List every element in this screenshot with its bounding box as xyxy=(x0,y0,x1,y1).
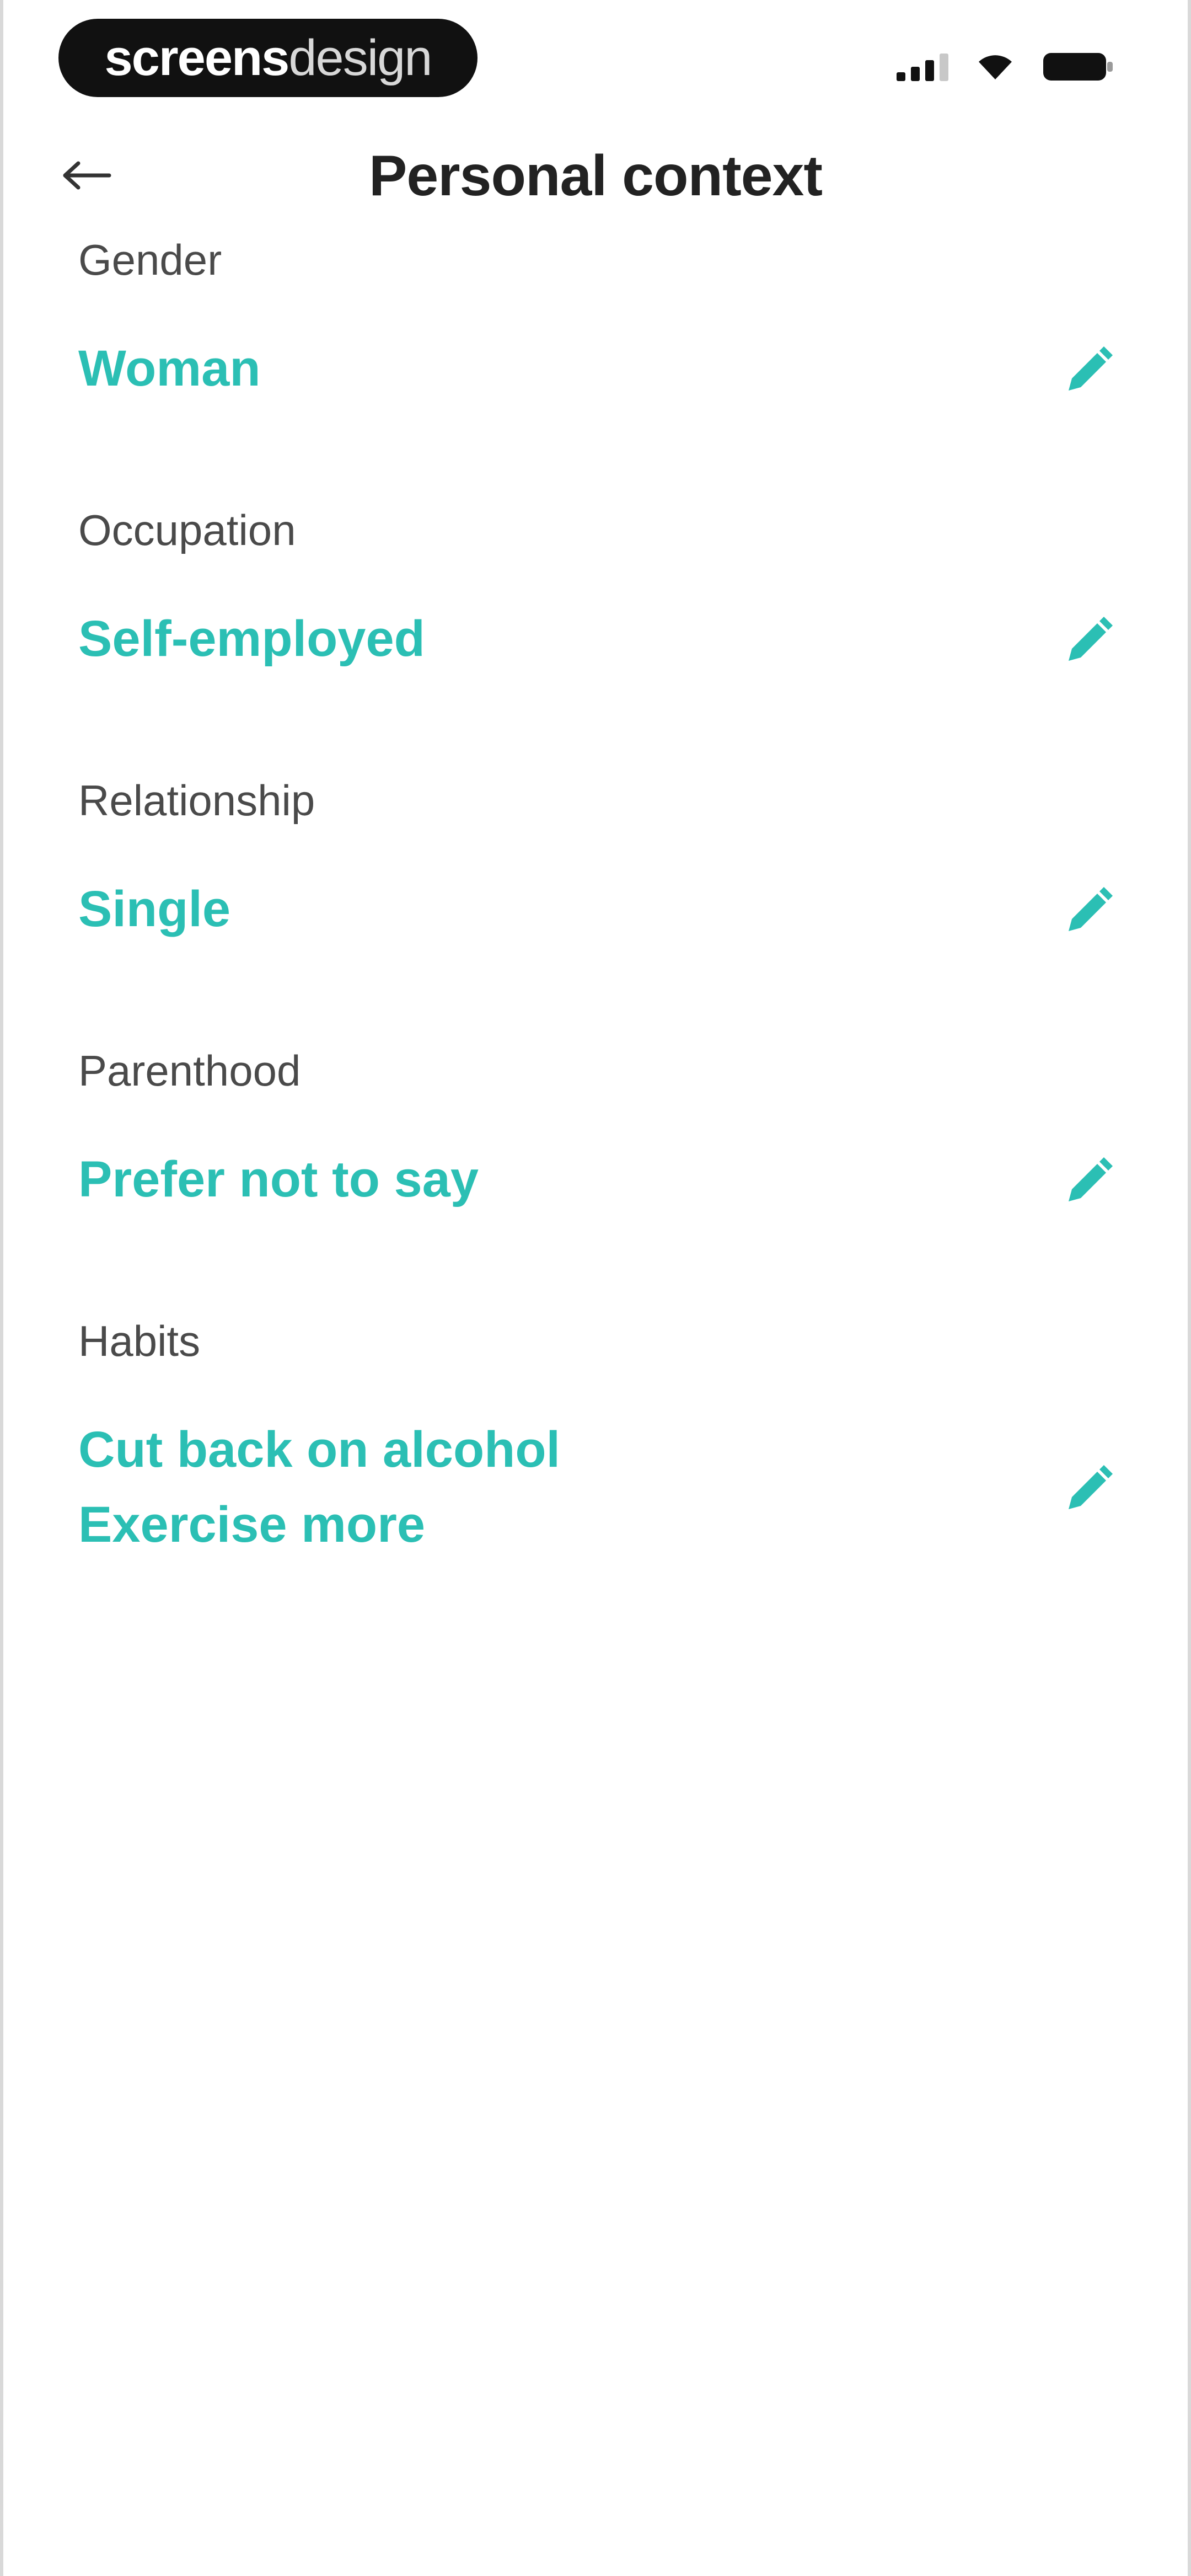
edit-relationship-button[interactable] xyxy=(1059,881,1119,942)
occupation-field: Occupation Self-employed xyxy=(0,496,1191,767)
gender-field: Gender Woman xyxy=(0,226,1191,496)
parenthood-field: Parenthood Prefer not to say xyxy=(0,1037,1191,1307)
parenthood-value: Prefer not to say xyxy=(78,1151,479,1207)
edit-habits-button[interactable] xyxy=(1059,1460,1119,1520)
pencil-icon xyxy=(1064,1464,1114,1516)
parenthood-label: Parenthood xyxy=(78,1046,301,1095)
edit-gender-button[interactable] xyxy=(1059,341,1119,402)
page-title: Personal context xyxy=(368,144,823,208)
signal-icon xyxy=(897,52,948,81)
occupation-label: Occupation xyxy=(78,506,296,554)
relationship-value: Single xyxy=(78,881,231,937)
relationship-field: Relationship Single xyxy=(0,767,1191,1037)
edit-occupation-button[interactable] xyxy=(1059,611,1119,672)
relationship-label: Relationship xyxy=(78,776,315,825)
header: Personal context xyxy=(0,127,1191,226)
occupation-value: Self-employed xyxy=(78,611,425,667)
status-bar: screensdesign xyxy=(0,0,1191,116)
habits-value-2: Exercise more xyxy=(78,1497,426,1553)
pencil-icon xyxy=(1064,886,1114,938)
pencil-icon xyxy=(1064,1156,1114,1209)
habits-label: Habits xyxy=(78,1317,201,1365)
gender-label: Gender xyxy=(78,236,222,284)
brand-text: screensdesign xyxy=(104,29,433,87)
pencil-icon xyxy=(1064,345,1114,398)
status-icons xyxy=(897,51,1114,83)
brand-logo: screensdesign xyxy=(58,19,478,97)
habits-field: Habits Cut back on alcohol Exercise more xyxy=(0,1307,1191,1616)
personal-context-list: Gender Woman Occupation Self-employed Re… xyxy=(0,226,1191,1616)
brand-light-text: design xyxy=(288,29,432,86)
wifi-icon xyxy=(976,52,1015,82)
gender-value: Woman xyxy=(78,340,261,397)
edit-parenthood-button[interactable] xyxy=(1059,1152,1119,1212)
battery-icon xyxy=(1042,51,1114,83)
brand-bold-text: screens xyxy=(104,29,290,86)
habits-value-1: Cut back on alcohol xyxy=(78,1421,561,1478)
pencil-icon xyxy=(1064,616,1114,668)
